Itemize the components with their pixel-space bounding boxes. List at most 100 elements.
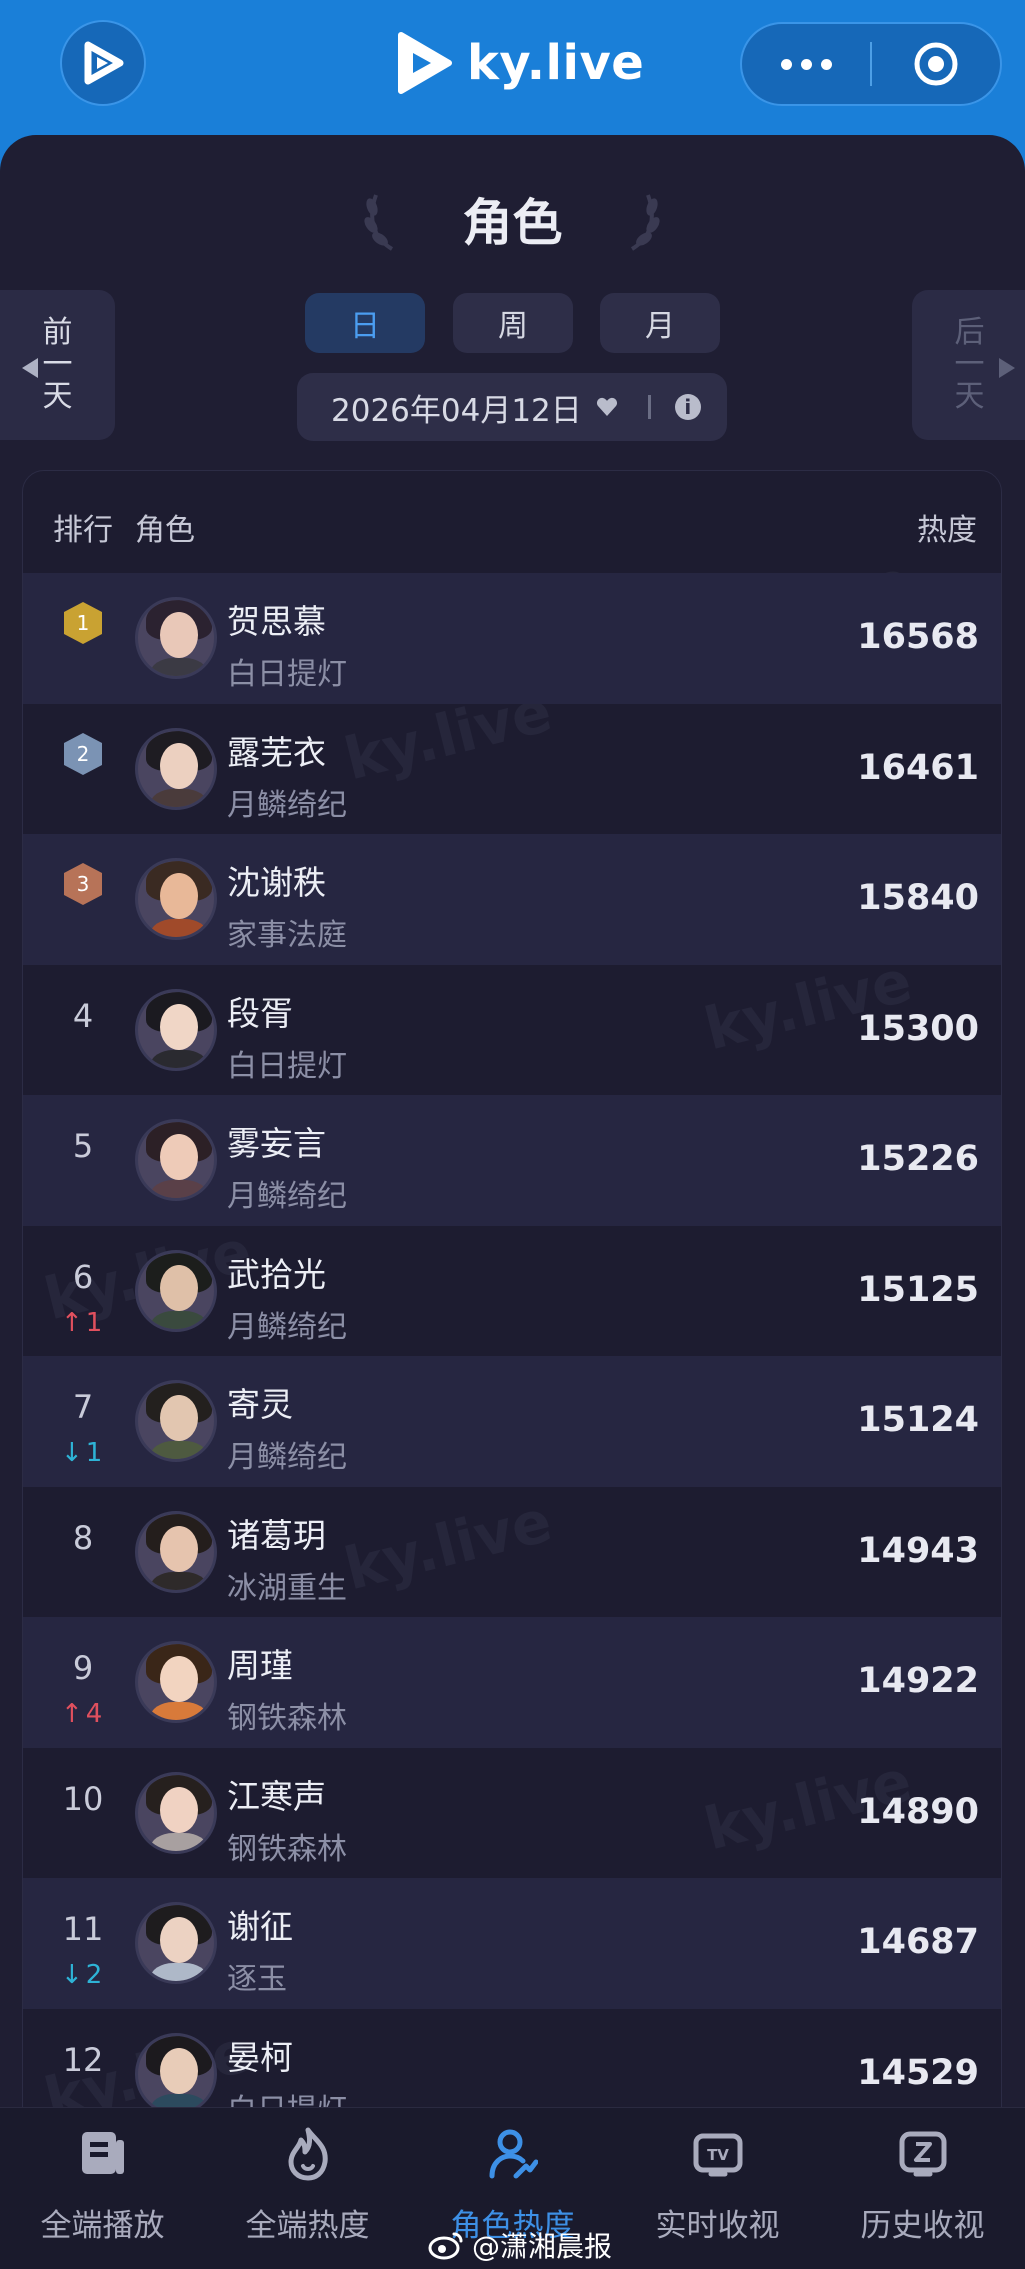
character-name: 谢征 xyxy=(227,1907,293,1946)
avatar-face xyxy=(160,873,198,919)
avatar xyxy=(135,1119,217,1201)
avatar-body xyxy=(150,788,208,807)
table-row[interactable]: 5 雾妄言 月鳞绮纪 15226 xyxy=(23,1095,1001,1226)
table-row[interactable]: 6 ↑ 1 武拾光 月鳞绮纪 15125 xyxy=(23,1226,1001,1357)
rank-change: ↑ 1 xyxy=(61,1308,111,1338)
tab-all-playback[interactable]: 全端播放 xyxy=(0,2108,205,2269)
table-row[interactable]: 11 ↓ 2 谢征逐玉 14687 xyxy=(23,1878,1001,2009)
more-options-button[interactable] xyxy=(742,24,870,104)
table-row[interactable]: 10 江寒声 钢铁森林 14890 xyxy=(23,1748,1001,1879)
table-row[interactable]: 3 沈谢秩 家事法庭 15840 xyxy=(23,834,1001,965)
heat-value: 16461 xyxy=(857,747,979,788)
home-button[interactable] xyxy=(60,20,146,106)
brand-logo: ky.live xyxy=(395,28,644,98)
character-name: 雾妄言 xyxy=(227,1124,326,1163)
info-icon[interactable]: i xyxy=(674,394,701,420)
tab-week[interactable]: 周 xyxy=(453,293,573,353)
target-icon xyxy=(914,42,958,86)
character-name: 武拾光 xyxy=(227,1254,326,1294)
gold-medal-icon: 1 xyxy=(64,602,102,644)
heat-value: 14943 xyxy=(857,1530,979,1571)
header-rank: 排行 xyxy=(53,513,113,548)
rank-number: 11 xyxy=(62,1910,104,1948)
rank-change: ↓ 2 xyxy=(61,1960,111,1990)
drama-title: 白日提灯 xyxy=(227,657,347,692)
tab-month[interactable]: 月 xyxy=(600,293,720,353)
rank-number: 12 xyxy=(62,2040,104,2079)
avatar-face xyxy=(160,1656,198,1702)
arrow-up-icon: ↑ xyxy=(61,1699,83,1729)
selected-date: 2026年04月12日 xyxy=(331,392,582,429)
character-name: 寄灵 xyxy=(227,1385,293,1424)
heat-value: 16568 xyxy=(857,617,979,657)
tab-history-ratings[interactable]: 历史收视 xyxy=(820,2108,1025,2269)
table-row[interactable]: 2 露芜衣月鳞绮纪 16461 xyxy=(23,704,1001,835)
rank-change: ↑ 4 xyxy=(61,1699,111,1729)
drama-title: 月鳞绮纪 xyxy=(227,1440,347,1475)
rank-number: 7 xyxy=(72,1388,94,1426)
brand-logo-icon xyxy=(398,32,452,94)
prev-day-button[interactable]: 前一天 xyxy=(0,290,115,440)
avatar-face xyxy=(160,1786,198,1833)
rank-change-value: 4 xyxy=(85,1699,103,1729)
drama-title: 白日提灯 xyxy=(227,1048,347,1084)
avatar-body xyxy=(150,1963,208,1981)
close-mini-program-button[interactable] xyxy=(872,24,1000,104)
weibo-watermark: @潇湘晨报 xyxy=(428,2225,612,2265)
avatar xyxy=(135,2032,217,2115)
avatar-body xyxy=(150,1832,208,1851)
table-row[interactable]: 7 ↓ 1 寄灵月鳞绮纪 15124 xyxy=(23,1356,1001,1487)
heat-value: 15300 xyxy=(857,1008,979,1049)
avatar xyxy=(135,988,217,1071)
date-picker[interactable]: 2026年04月12日 i xyxy=(297,373,727,441)
main-panel: 角色 前一天 后一天 日 周 月 2026年04月12日 i ky.live k… xyxy=(0,135,1025,2269)
rank-number: 9 xyxy=(72,1649,94,1687)
character-name: 沈谢秩 xyxy=(227,863,326,902)
heat-value: 15226 xyxy=(857,1139,979,1179)
avatar-body xyxy=(150,658,208,676)
rank-change-value: 1 xyxy=(85,1307,103,1338)
table-row[interactable]: 1 贺思慕 白日提灯 16568 xyxy=(23,573,1001,704)
table-row[interactable]: 8 诸葛玥 冰湖重生 14943 xyxy=(23,1487,1001,1618)
drama-title: 钢铁森林 xyxy=(227,1701,347,1736)
character-name: 露芜衣 xyxy=(227,732,326,772)
rank-number: 2 xyxy=(77,742,90,766)
heat-value: 14687 xyxy=(857,1922,979,1962)
character-name: 周瑾 xyxy=(227,1646,293,1685)
drama-title: 逐玉 xyxy=(227,1962,287,1997)
table-row[interactable]: 4 段胥 白日提灯 15300 xyxy=(23,965,1001,1096)
brand-name: ky.live xyxy=(467,35,645,91)
tab-day[interactable]: 日 xyxy=(305,293,425,353)
rank-change-value: 1 xyxy=(85,1438,103,1468)
mini-program-capsule xyxy=(740,22,1002,106)
next-day-button[interactable]: 后一天 xyxy=(912,290,1025,440)
avatar xyxy=(135,1902,217,1984)
table-row[interactable]: 9 ↑ 4 周瑾钢铁森林 14922 xyxy=(23,1617,1001,1748)
character-name: 段胥 xyxy=(227,993,293,1033)
svg-text:TV: TV xyxy=(707,2146,729,2164)
page-title: 角色 xyxy=(462,194,563,252)
silver-medal-icon: 2 xyxy=(64,732,102,775)
avatar-body xyxy=(150,1310,208,1329)
heat-value: 14529 xyxy=(857,2052,979,2093)
avatar-face xyxy=(160,1395,198,1441)
avatar-face xyxy=(160,1917,198,1963)
caret-right-icon xyxy=(999,358,1015,378)
heat-value: 14922 xyxy=(857,1661,979,1701)
drama-title: 冰湖重生 xyxy=(227,1570,347,1606)
arrow-down-icon: ↓ xyxy=(61,1960,83,1990)
dropdown-heart-icon xyxy=(596,397,617,416)
heat-value: 15840 xyxy=(857,878,979,918)
drama-title: 家事法庭 xyxy=(227,918,347,953)
rank-change: ↓ 1 xyxy=(61,1438,111,1468)
heat-value: 15125 xyxy=(857,1269,979,1310)
tab-all-heat[interactable]: 全端热度 xyxy=(205,2108,410,2269)
drama-title: 月鳞绮纪 xyxy=(227,787,347,823)
tab-label: 实时收视 xyxy=(655,2208,780,2244)
ranking-table: ky.live ky.live ky.live ky.live ky.live … xyxy=(22,470,1002,2269)
tab-realtime-ratings[interactable]: TV 实时收视 xyxy=(615,2108,820,2269)
more-dot-icon xyxy=(780,58,792,70)
play-logo-icon xyxy=(84,41,124,85)
heat-value: 15124 xyxy=(857,1400,979,1440)
playlist-icon xyxy=(82,2132,124,2174)
